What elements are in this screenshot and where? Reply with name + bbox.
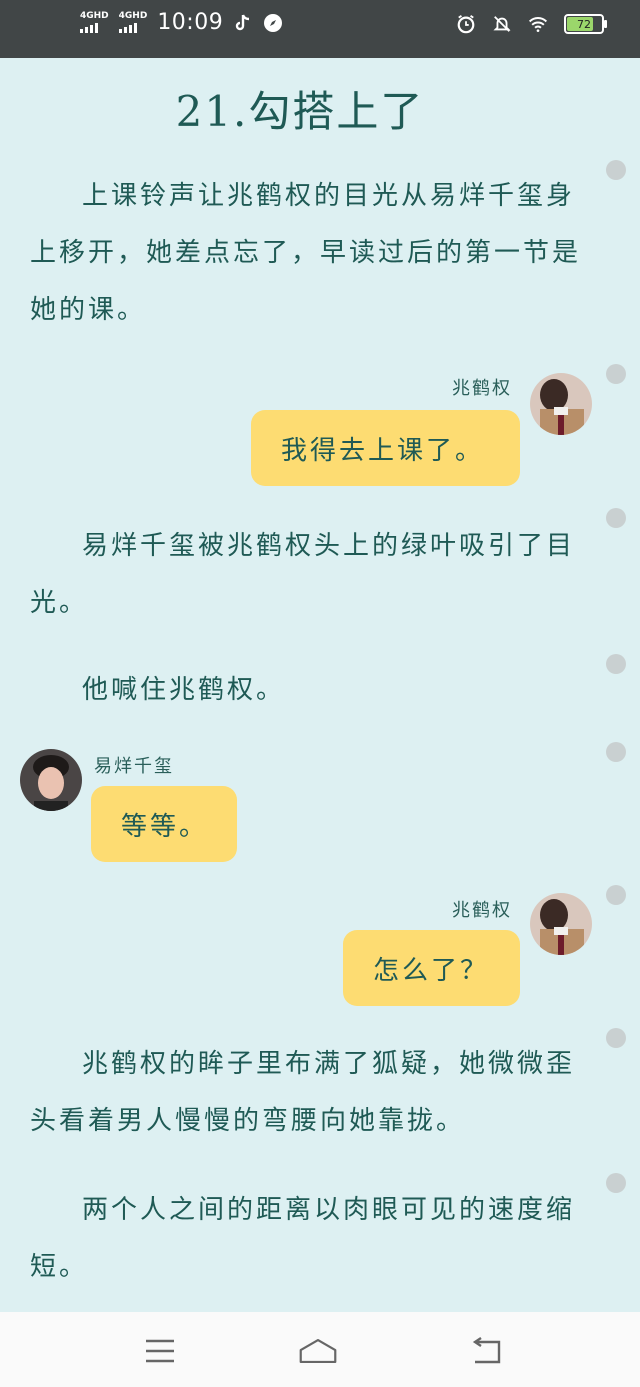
comment-dot[interactable] <box>606 1028 626 1048</box>
comment-dot[interactable] <box>606 1173 626 1193</box>
avatar[interactable] <box>530 893 592 955</box>
clock: 10:09 <box>157 10 224 35</box>
avatar[interactable] <box>530 373 592 435</box>
compass-icon <box>263 13 283 33</box>
avatar[interactable] <box>20 749 82 811</box>
tiktok-icon <box>233 13 253 33</box>
cellular-signal-1: 4GHD <box>80 12 109 33</box>
cellular-signal-2: 4GHD <box>118 12 147 33</box>
chat-bubble: 等等。 <box>91 786 237 862</box>
story-paragraph: 上课铃声让兆鹤权的目光从易烊千玺身上移开，她差点忘了，早读过后的第一节是她的课。 <box>30 181 582 325</box>
story-paragraph: 两个人之间的距离以肉眼可见的速度缩短。 <box>30 1195 576 1282</box>
mute-bell-icon <box>492 14 512 34</box>
comment-dot[interactable] <box>606 654 626 674</box>
back-icon[interactable] <box>466 1334 506 1368</box>
chat-bubble: 怎么了？ <box>343 930 520 1006</box>
menu-icon[interactable] <box>140 1334 180 1368</box>
comment-dot[interactable] <box>606 160 626 180</box>
speaker-name: 兆鹤权 <box>452 900 512 921</box>
wifi-icon <box>528 14 548 34</box>
comment-dot[interactable] <box>606 885 626 905</box>
comment-dot[interactable] <box>606 364 626 384</box>
speaker-name: 兆鹤权 <box>452 378 512 399</box>
battery-icon: 72 <box>564 14 607 34</box>
chapter-title: 21.勾搭上了 <box>175 87 425 136</box>
alarm-icon <box>456 14 476 34</box>
story-paragraph: 兆鹤权的眸子里布满了狐疑，她微微歪头看着男人慢慢的弯腰向她靠拢。 <box>30 1049 576 1136</box>
story-paragraph: 易烊千玺被兆鹤权头上的绿叶吸引了目光。 <box>30 531 576 618</box>
comment-dot[interactable] <box>606 742 626 762</box>
navigation-bar <box>0 1312 640 1387</box>
speaker-name: 易烊千玺 <box>94 756 174 777</box>
story-paragraph: 他喊住兆鹤权。 <box>82 675 286 705</box>
status-bar: 4GHD 4GHD 10:09 72 <box>0 0 640 58</box>
comment-dot[interactable] <box>606 508 626 528</box>
chat-bubble: 我得去上课了。 <box>251 410 520 486</box>
home-icon[interactable] <box>298 1334 338 1368</box>
